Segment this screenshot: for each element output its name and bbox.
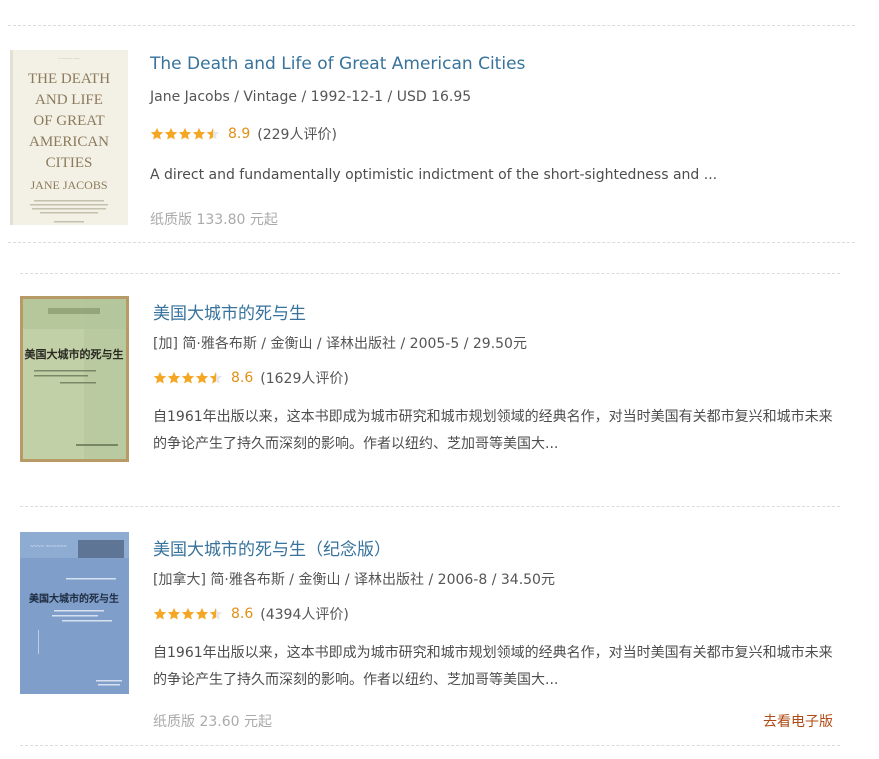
book-description: 自1961年出版以来，这本书即成为城市研究和城市规划领域的经典名作，对当时美国有…	[153, 645, 833, 688]
book-cover[interactable]: ~~~~ ~~~~~~ 美国大城市的死与生	[20, 532, 129, 694]
star-icon	[153, 607, 167, 620]
book-meta: Jane Jacobs / Vintage / 1992-12-1 / USD …	[150, 89, 472, 105]
divider	[20, 506, 840, 507]
book-cover[interactable]: ~ ~~~~~ ~~~ THE DEATH AND LIFE OF GREAT …	[10, 50, 128, 225]
star-icon	[164, 127, 178, 140]
star-half-icon	[206, 127, 220, 140]
svg-text:CITIES: CITIES	[46, 155, 93, 171]
star-half-icon	[209, 371, 223, 384]
book-rating: 8.6 (4394人评价)	[153, 604, 349, 624]
rating-count: (1629人评价)	[260, 371, 349, 387]
svg-text:AND LIFE: AND LIFE	[35, 92, 103, 108]
svg-text:美国大城市的死与生: 美国大城市的死与生	[29, 592, 119, 605]
svg-text:美国大城市的死与生: 美国大城市的死与生	[25, 347, 124, 361]
svg-text:~~~~ ~~~~~~: ~~~~ ~~~~~~	[30, 544, 67, 550]
rating-stars	[153, 371, 223, 385]
star-icon	[150, 127, 164, 140]
divider	[20, 273, 840, 274]
book-meta: [加] 简·雅各布斯 / 金衡山 / 译林出版社 / 2005-5 / 29.5…	[153, 336, 527, 352]
star-icon	[167, 607, 181, 620]
star-icon	[167, 371, 181, 384]
svg-text:~ ~~~~~ ~~~: ~ ~~~~~ ~~~	[58, 56, 80, 61]
rating-count: (229人评价)	[257, 127, 337, 143]
divider	[8, 242, 855, 243]
ebook-link[interactable]: 去看电子版	[763, 711, 833, 731]
svg-text:AMERICAN: AMERICAN	[29, 134, 109, 150]
book-rating: 8.6 (1629人评价)	[153, 368, 349, 388]
svg-text:JANE JACOBS: JANE JACOBS	[30, 178, 107, 192]
star-half-icon	[209, 607, 223, 620]
star-icon	[195, 607, 209, 620]
book-title-link[interactable]: 美国大城市的死与生	[153, 299, 306, 324]
star-icon	[195, 371, 209, 384]
book-title-link[interactable]: 美国大城市的死与生（纪念版）	[153, 535, 391, 560]
book-cover[interactable]: 美国大城市的死与生	[20, 296, 129, 462]
book-description: 自1961年出版以来，这本书即成为城市研究和城市规划领域的经典名作，对当时美国有…	[153, 409, 833, 452]
svg-text:THE DEATH: THE DEATH	[28, 71, 110, 87]
svg-text:OF GREAT: OF GREAT	[33, 113, 104, 129]
book-price: 纸质版 23.60 元起	[153, 714, 272, 730]
rating-score: 8.6	[231, 606, 254, 622]
rating-stars	[153, 607, 223, 621]
rating-score: 8.6	[231, 370, 254, 386]
star-icon	[192, 127, 206, 140]
divider	[20, 745, 840, 746]
star-icon	[181, 371, 195, 384]
rating-score: 8.9	[228, 126, 251, 142]
rating-count: (4394人评价)	[260, 607, 349, 623]
book-rating: 8.9 (229人评价)	[150, 124, 337, 144]
divider	[8, 25, 855, 26]
book-price: 纸质版 133.80 元起	[150, 212, 278, 228]
book-description: A direct and fundamentally optimistic in…	[150, 167, 718, 183]
star-icon	[181, 607, 195, 620]
star-icon	[153, 371, 167, 384]
star-icon	[178, 127, 192, 140]
book-meta: [加拿大] 简·雅各布斯 / 金衡山 / 译林出版社 / 2006-8 / 34…	[153, 572, 555, 588]
book-title-link[interactable]: The Death and Life of Great American Cit…	[150, 54, 525, 74]
rating-stars	[150, 127, 220, 141]
